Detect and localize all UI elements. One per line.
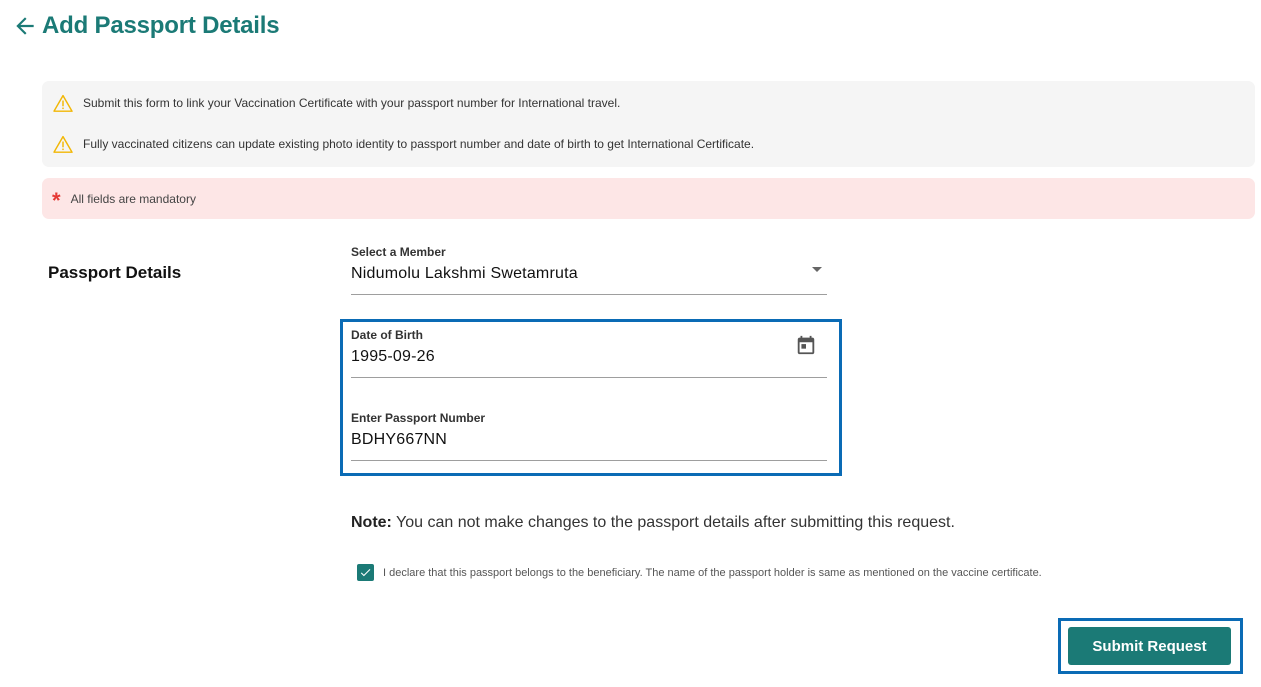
- highlight-box: [340, 319, 842, 476]
- warning-icon: [53, 135, 73, 153]
- info-message: Submit this form to link your Vaccinatio…: [53, 94, 620, 112]
- mandatory-text: All fields are mandatory: [70, 191, 196, 206]
- note-text: You can not make changes to the passport…: [391, 514, 955, 531]
- mandatory-notice: * All fields are mandatory: [42, 178, 1255, 219]
- note: Note: You can not make changes to the pa…: [351, 514, 955, 532]
- submit-request-button[interactable]: Submit Request: [1068, 627, 1231, 665]
- info-box: Submit this form to link your Vaccinatio…: [42, 81, 1255, 167]
- info-message-text: Fully vaccinated citizens can update exi…: [83, 137, 755, 151]
- member-select[interactable]: Select a Member Nidumolu Lakshmi Swetamr…: [351, 245, 827, 295]
- declaration-checkbox[interactable]: [357, 564, 374, 581]
- member-select-value: Nidumolu Lakshmi Swetamruta: [351, 265, 578, 282]
- page-title: Add Passport Details: [42, 12, 280, 39]
- checkmark-icon: [360, 569, 371, 577]
- member-select-label: Select a Member: [351, 245, 446, 259]
- declaration: I declare that this passport belongs to …: [357, 564, 1042, 581]
- info-message: Fully vaccinated citizens can update exi…: [53, 135, 754, 153]
- asterisk-icon: *: [52, 187, 61, 213]
- info-message-text: Submit this form to link your Vaccinatio…: [83, 96, 621, 110]
- warning-icon: [53, 94, 73, 112]
- section-label: Passport Details: [48, 263, 182, 282]
- declaration-text: I declare that this passport belongs to …: [383, 566, 1042, 579]
- arrow-left-icon[interactable]: [12, 13, 38, 39]
- note-prefix: Note:: [351, 514, 392, 531]
- chevron-down-icon[interactable]: [812, 267, 822, 272]
- page-header: Add Passport Details: [12, 12, 280, 40]
